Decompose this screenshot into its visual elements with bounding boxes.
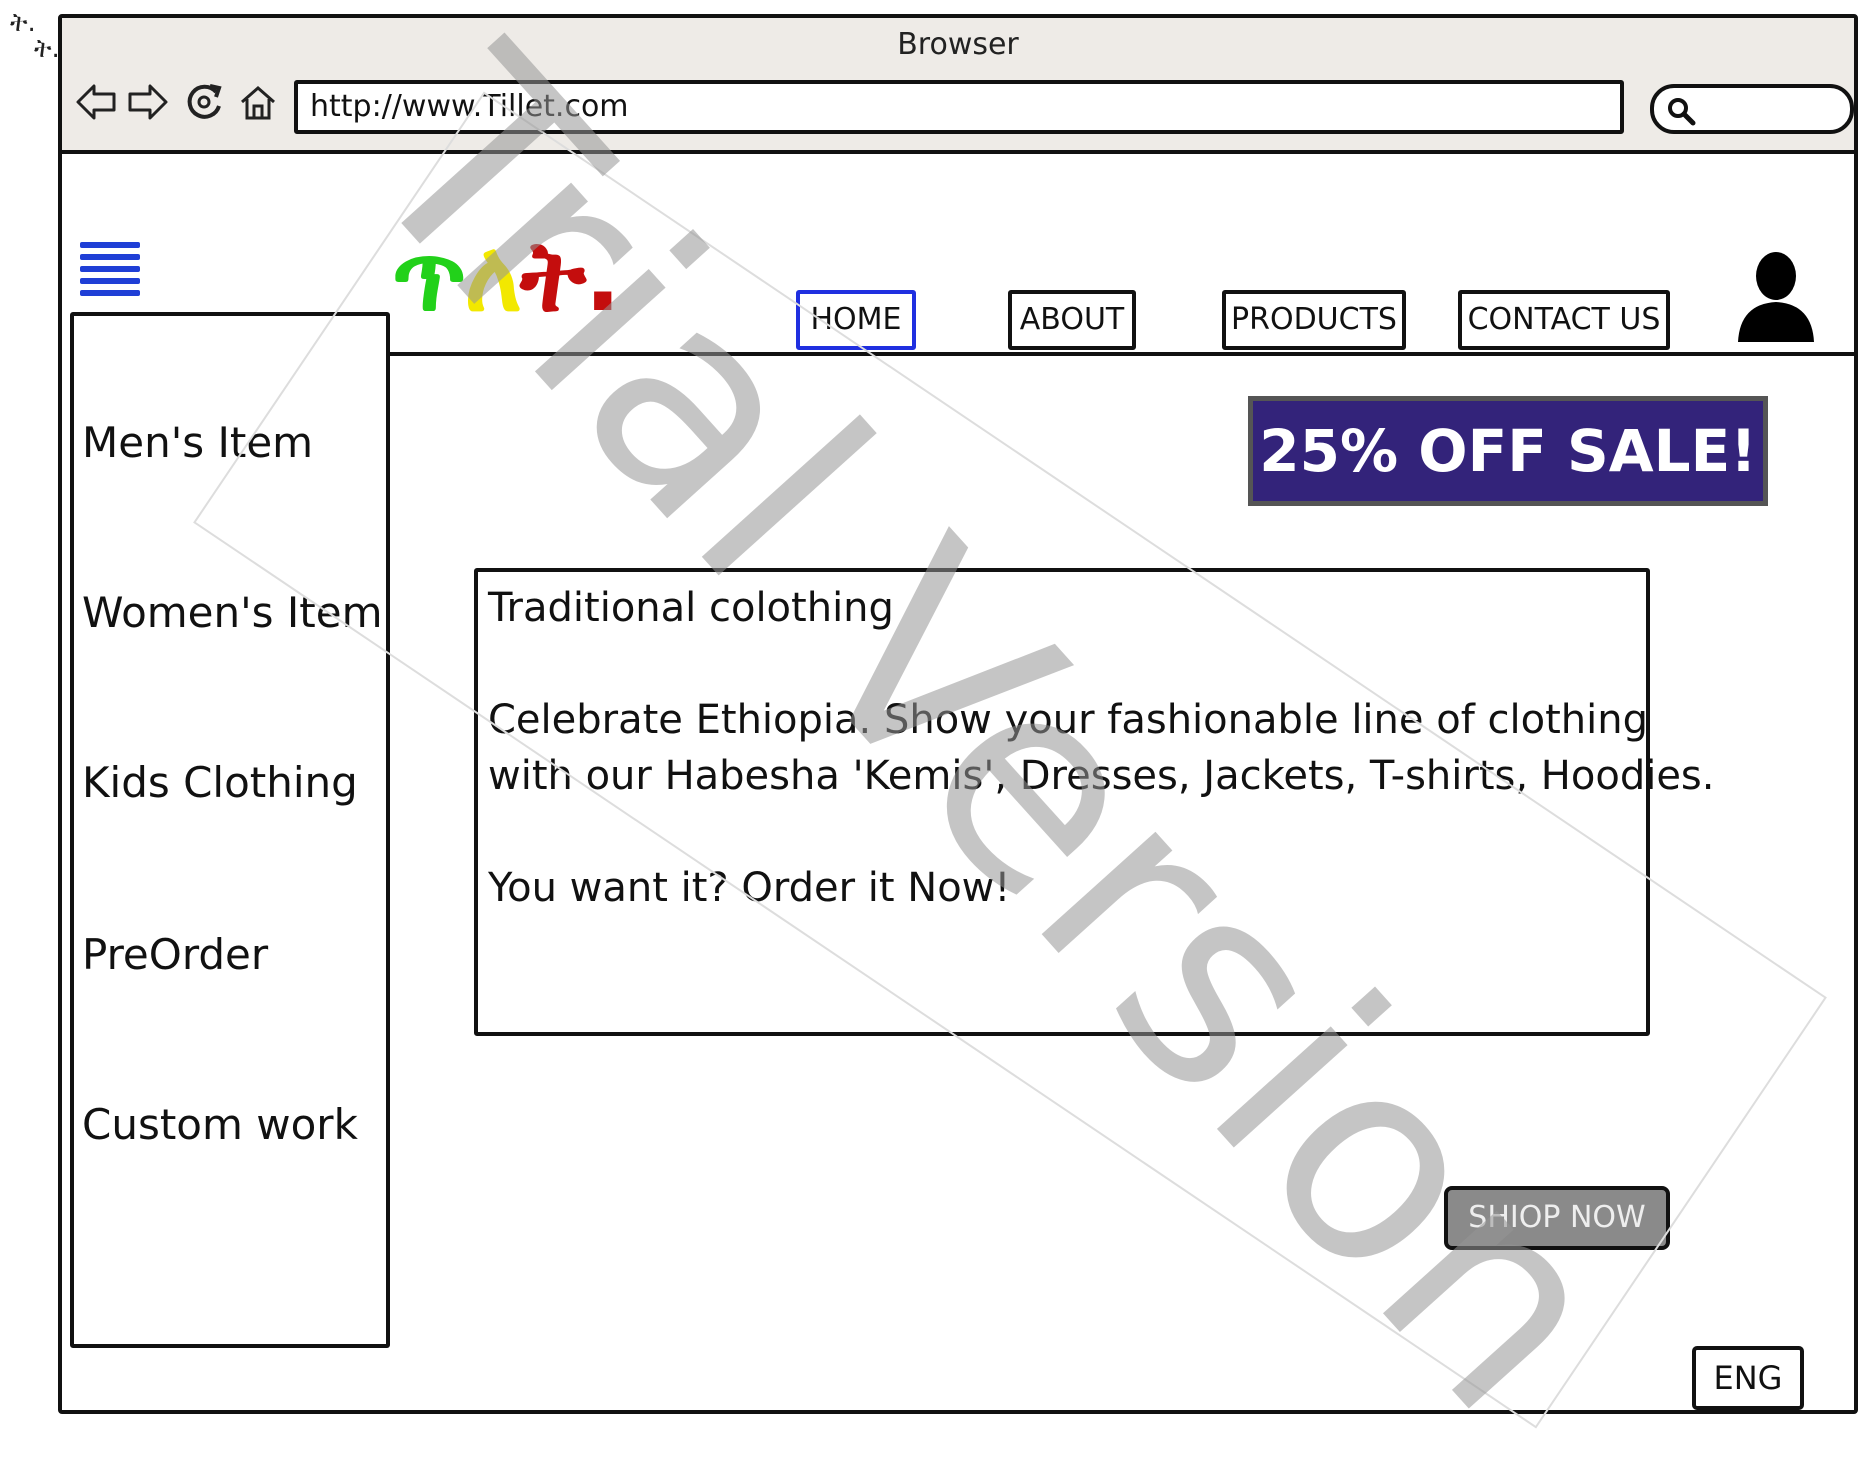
forward-arrow-icon[interactable] <box>126 80 170 124</box>
sidebar-item-custom-work[interactable]: Custom work <box>82 1100 358 1149</box>
search-icon <box>1668 98 1696 126</box>
nav-tab-contact-us[interactable]: CONTACT US <box>1458 290 1670 350</box>
content-heading: Traditional colothing <box>488 585 894 631</box>
user-avatar-icon[interactable] <box>1736 248 1816 344</box>
hamburger-menu-icon[interactable] <box>78 242 142 306</box>
content-paragraph-line-2: with our Habesha 'Kemis', Dresses, Jacke… <box>488 753 1715 799</box>
browser-search-input[interactable] <box>1650 84 1854 134</box>
category-sidebar <box>70 312 390 1348</box>
home-icon[interactable] <box>236 80 280 124</box>
sidebar-item-preorder[interactable]: PreOrder <box>82 930 268 979</box>
logo-letter: . <box>584 220 621 334</box>
nav-tab-about[interactable]: ABOUT <box>1008 290 1136 350</box>
logo-letter: ለ <box>464 220 522 334</box>
back-arrow-icon[interactable] <box>74 80 118 124</box>
url-bar[interactable]: http://www.Tillet.com <box>294 80 1624 134</box>
language-button[interactable]: ENG <box>1692 1346 1804 1410</box>
content-call-to-action: You want it? Order it Now! <box>488 865 1011 911</box>
sidebar-item-womens[interactable]: Women's Item <box>82 588 383 637</box>
content-paragraph-line-1: Celebrate Ethiopia. Show your fashionabl… <box>488 697 1648 743</box>
sale-banner[interactable]: 25% OFF SALE! <box>1248 396 1768 506</box>
reload-icon[interactable] <box>182 80 226 124</box>
sidebar-item-mens[interactable]: Men's Item <box>82 418 313 467</box>
nav-tab-home[interactable]: HOME <box>796 290 916 350</box>
header-divider <box>390 352 1858 356</box>
corner-glyph: ት. <box>10 8 36 38</box>
browser-title: Browser <box>897 27 1019 62</box>
logo-letter: ት <box>520 220 586 334</box>
sidebar-item-kids[interactable]: Kids Clothing <box>82 758 358 807</box>
logo-letter: ጥ <box>392 220 467 334</box>
nav-tab-products[interactable]: PRODUCTS <box>1222 290 1406 350</box>
corner-glyph-2: ት. <box>34 34 60 64</box>
site-logo[interactable]: ጥለት. <box>392 220 621 334</box>
content-box: Traditional colothing Celebrate Ethiopia… <box>474 568 1715 1036</box>
shop-now-button[interactable]: SHIOP NOW <box>1444 1186 1670 1250</box>
